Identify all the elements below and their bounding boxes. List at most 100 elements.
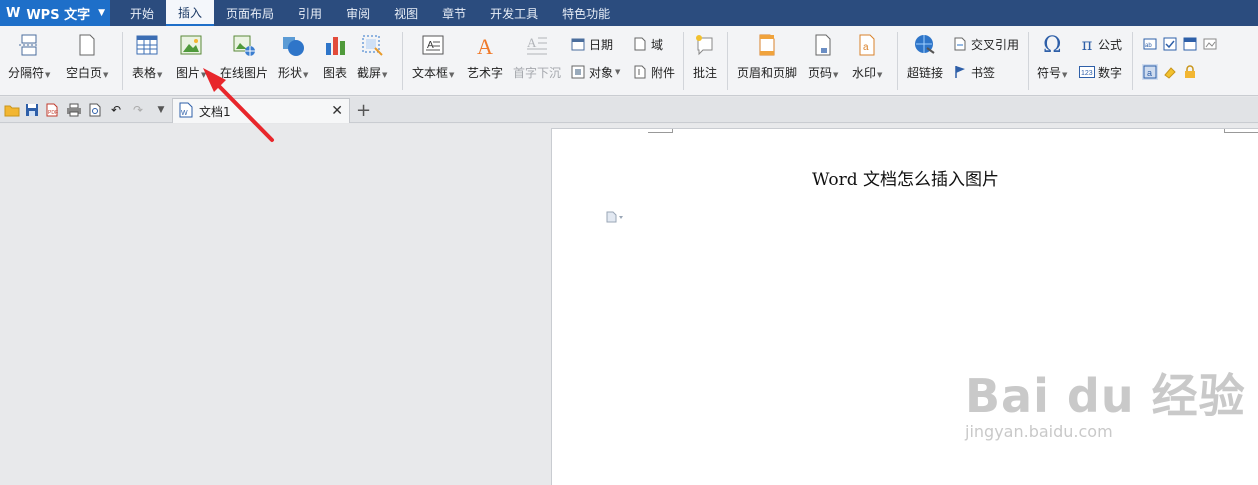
omega-icon: Ω bbox=[1043, 32, 1062, 58]
svg-text:a: a bbox=[863, 42, 869, 53]
tab-page-layout[interactable]: 页面布局 bbox=[214, 0, 286, 26]
blank-page-button[interactable]: 空白页▼ bbox=[66, 32, 108, 88]
watermark-label: 水印 bbox=[852, 66, 877, 80]
design-mode-button[interactable]: a bbox=[1142, 63, 1161, 81]
save-icon[interactable] bbox=[24, 102, 40, 118]
tab-developer[interactable]: 开发工具 bbox=[478, 0, 550, 26]
wordart-label: 艺术字 bbox=[467, 66, 504, 80]
svg-text:A: A bbox=[477, 34, 493, 57]
symbol-label: 符号 bbox=[1037, 66, 1062, 80]
dropcap-button: A 首字下沉 bbox=[513, 32, 561, 88]
text-form-field-button[interactable]: ab bbox=[1142, 35, 1161, 53]
menu-tabs: 开始 插入 页面布局 引用 审阅 视图 章节 开发工具 特色功能 bbox=[118, 0, 622, 26]
dropdown-field-button[interactable] bbox=[1182, 35, 1201, 53]
tab-references[interactable]: 引用 bbox=[286, 0, 334, 26]
wps-logo-icon: W bbox=[6, 5, 21, 21]
ribbon-separator bbox=[1132, 32, 1133, 90]
chart-icon bbox=[322, 32, 348, 58]
attachment-button[interactable]: 附件 bbox=[632, 63, 675, 81]
object-icon bbox=[570, 64, 586, 80]
hyperlink-button[interactable]: 超链接 bbox=[907, 32, 943, 88]
tab-document[interactable]: W 文档1 ✕ bbox=[172, 98, 350, 123]
text-field-icon: ab bbox=[1142, 36, 1158, 52]
app-menu-button[interactable]: W WPS 文字 ▼ bbox=[0, 0, 110, 26]
open-folder-icon[interactable] bbox=[4, 102, 20, 118]
watermark-brand: Bai du 经验 bbox=[965, 369, 1246, 423]
document-heading[interactable]: Word 文档怎么插入图片 bbox=[552, 165, 1258, 190]
svg-text:W: W bbox=[181, 110, 188, 117]
online-picture-button[interactable]: 在线图片 bbox=[220, 32, 268, 88]
eraser-button[interactable] bbox=[1162, 63, 1181, 81]
table-button[interactable]: 表格▼ bbox=[132, 32, 162, 88]
hyperlink-icon bbox=[912, 32, 938, 58]
tab-section[interactable]: 章节 bbox=[430, 0, 478, 26]
header-footer-button[interactable]: 页眉和页脚 bbox=[737, 32, 797, 88]
formula-button[interactable]: π 公式 bbox=[1079, 35, 1123, 54]
undo-icon[interactable]: ↶ bbox=[108, 102, 124, 118]
field-button[interactable]: 域 bbox=[632, 35, 663, 53]
document-tab-icon: W bbox=[179, 102, 193, 121]
blank-page-label: 空白页 bbox=[66, 66, 103, 80]
header-footer-label: 页眉和页脚 bbox=[737, 66, 798, 80]
picture-button[interactable]: 图片▼ bbox=[176, 32, 206, 88]
export-pdf-icon[interactable]: PDF bbox=[44, 102, 60, 118]
comment-label: 批注 bbox=[692, 66, 717, 80]
page-number-label: 页码 bbox=[808, 66, 833, 80]
close-icon[interactable]: ✕ bbox=[331, 103, 343, 119]
redo-icon[interactable]: ↷ bbox=[130, 102, 146, 118]
comment-button[interactable]: 批注 bbox=[692, 32, 718, 88]
print-preview-icon[interactable] bbox=[87, 102, 103, 118]
design-mode-icon: a bbox=[1142, 64, 1158, 80]
screenshot-button[interactable]: 截屏▼ bbox=[357, 32, 387, 88]
wordart-button[interactable]: A 艺术字 bbox=[467, 32, 503, 88]
tab-home[interactable]: 开始 bbox=[118, 0, 166, 26]
formula-label: 公式 bbox=[1098, 37, 1123, 52]
bookmark-label: 书签 bbox=[971, 65, 996, 80]
table-label: 表格 bbox=[132, 66, 157, 80]
header-footer-icon bbox=[754, 32, 780, 58]
attachment-icon bbox=[632, 64, 648, 80]
number-button[interactable]: 123 数字 bbox=[1079, 63, 1122, 81]
lock-button[interactable] bbox=[1182, 63, 1201, 81]
new-tab-button[interactable]: + bbox=[356, 100, 371, 121]
break-label: 分隔符 bbox=[8, 66, 45, 80]
customize-toolbar-chevron-icon[interactable]: ▼ bbox=[153, 102, 169, 118]
dropdown-icon bbox=[1182, 36, 1198, 52]
textbox-button[interactable]: A 文本框▼ bbox=[412, 32, 454, 88]
tab-view[interactable]: 视图 bbox=[382, 0, 430, 26]
image-field-icon bbox=[1202, 36, 1218, 52]
picture-label: 图片 bbox=[176, 66, 201, 80]
watermark-button[interactable]: a 水印▼ bbox=[852, 32, 882, 88]
screenshot-label: 截屏 bbox=[357, 66, 382, 80]
chart-button[interactable]: 图表 bbox=[322, 32, 348, 88]
margin-marker bbox=[672, 129, 673, 133]
comment-icon bbox=[692, 32, 718, 58]
checkbox-field-button[interactable] bbox=[1162, 35, 1181, 53]
break-button[interactable]: 分隔符▼ bbox=[8, 32, 50, 88]
print-icon[interactable] bbox=[66, 102, 82, 118]
dropcap-label: 首字下沉 bbox=[513, 66, 562, 80]
tab-review[interactable]: 审阅 bbox=[334, 0, 382, 26]
textbox-label: 文本框 bbox=[412, 66, 449, 80]
svg-text:A: A bbox=[527, 35, 537, 50]
cross-reference-icon bbox=[952, 36, 968, 52]
shape-icon bbox=[280, 32, 306, 58]
image-field-button[interactable] bbox=[1202, 35, 1221, 53]
tab-insert[interactable]: 插入 bbox=[166, 0, 215, 26]
picture-icon bbox=[178, 32, 204, 58]
object-label: 对象 bbox=[589, 65, 614, 80]
margin-marker bbox=[648, 132, 672, 133]
chart-label: 图表 bbox=[322, 66, 347, 80]
shape-button[interactable]: 形状▼ bbox=[278, 32, 308, 88]
calendar-icon bbox=[570, 36, 586, 52]
date-button[interactable]: 日期 bbox=[570, 35, 613, 53]
tab-special[interactable]: 特色功能 bbox=[550, 0, 622, 26]
cross-reference-button[interactable]: 交叉引用 bbox=[952, 35, 1019, 53]
bookmark-button[interactable]: 书签 bbox=[952, 63, 995, 81]
number-label: 数字 bbox=[1098, 65, 1123, 80]
object-button[interactable]: 对象 ▼ bbox=[570, 63, 620, 81]
page-number-button[interactable]: 页码▼ bbox=[808, 32, 838, 88]
symbol-button[interactable]: Ω 符号▼ bbox=[1037, 32, 1067, 88]
document-tab-label: 文档1 bbox=[199, 104, 231, 119]
paste-options-icon[interactable] bbox=[606, 211, 624, 226]
